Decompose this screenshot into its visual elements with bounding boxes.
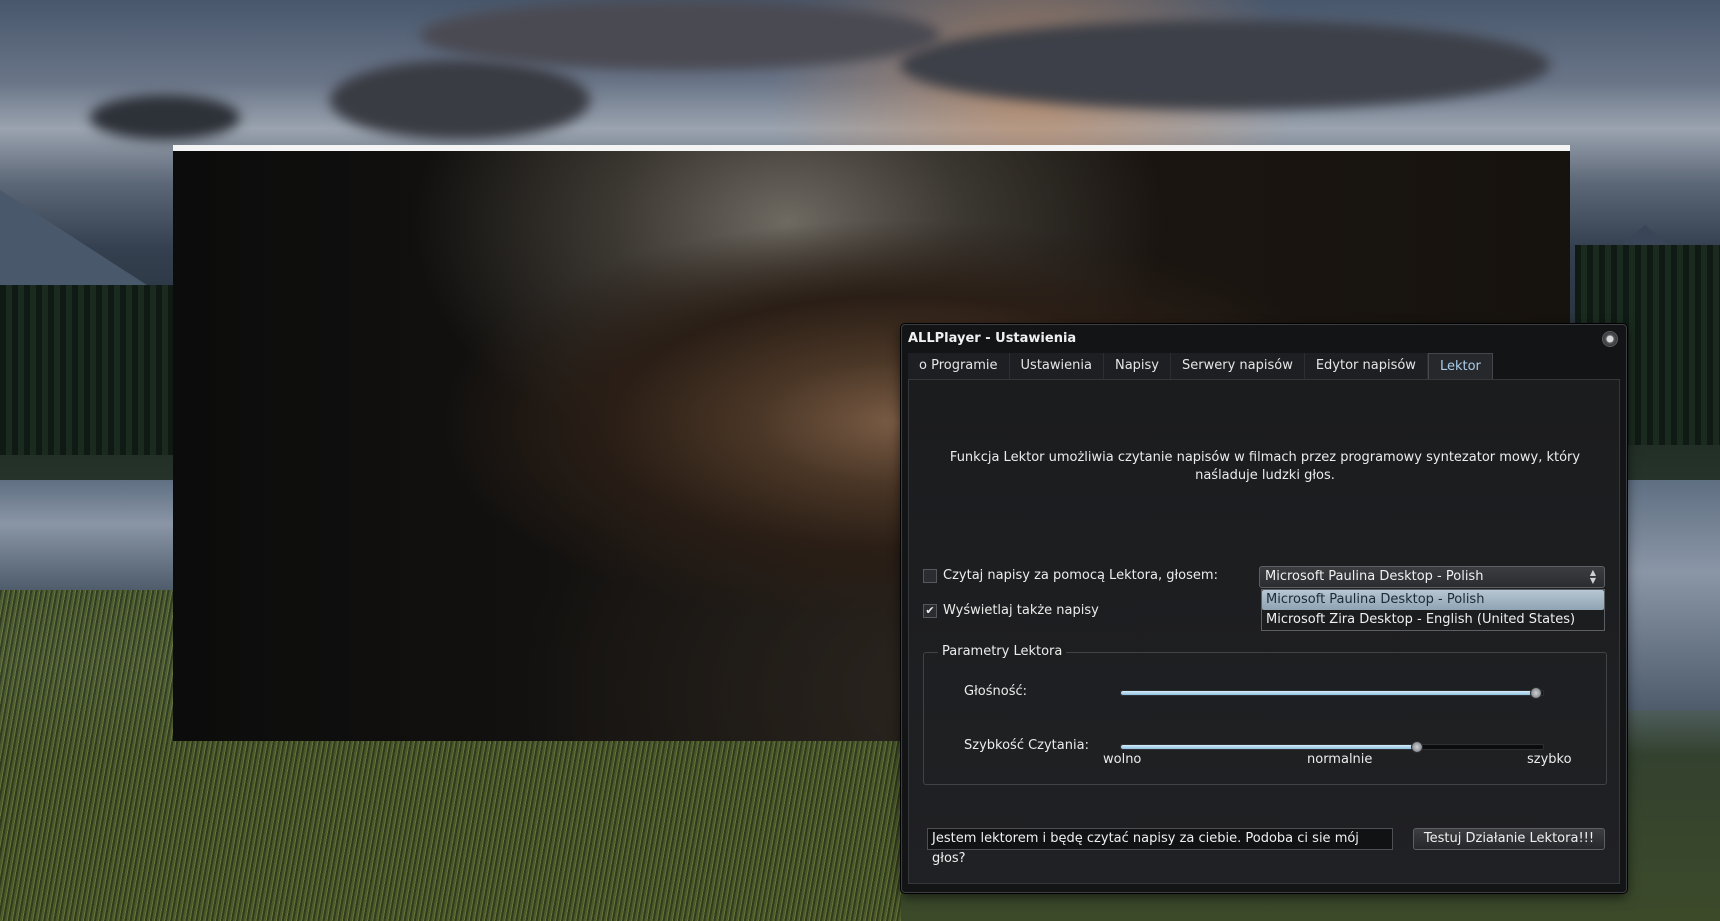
speed-slider[interactable] [1120, 741, 1544, 753]
settings-dialog: ALLPlayer - Ustawienia o Programie Ustaw… [901, 324, 1627, 893]
test-text-input[interactable]: Jestem lektorem i będę czytać napisy za … [927, 828, 1393, 866]
lektor-description: Funkcja Lektor umożliwia czytanie napisó… [949, 450, 1581, 483]
speed-slider-thumb[interactable] [1411, 741, 1424, 753]
speed-mid-label: normalnie [1307, 752, 1373, 767]
display-subtitles-checkbox[interactable]: ✔ [923, 603, 937, 618]
lektor-parameters-group: Parametry Lektora Głośność: Szybkość Czy… [923, 644, 1607, 785]
volume-slider-fill [1121, 691, 1535, 695]
dialog-titlebar[interactable]: ALLPlayer - Ustawienia [902, 325, 1626, 353]
read-subtitles-label: Czytaj napisy za pomocą Lektora, głosem: [943, 568, 1218, 583]
close-icon[interactable] [1602, 331, 1618, 347]
dialog-title: ALLPlayer - Ustawienia [908, 331, 1077, 346]
voice-select[interactable]: Microsoft Paulina Desktop - Polish ▲ ▼ [1259, 566, 1605, 588]
tab-bar: o Programie Ustawienia Napisy Serwery na… [908, 353, 1493, 379]
tab-serwery-napisow[interactable]: Serwery napisów [1171, 353, 1305, 379]
tab-ustawienia[interactable]: Ustawienia [1009, 353, 1104, 379]
updown-arrows-icon: ▲ ▼ [1589, 568, 1597, 585]
voice-dropdown-list: Microsoft Paulina Desktop - Polish Micro… [1261, 589, 1605, 631]
volume-slider[interactable] [1120, 687, 1544, 699]
speed-label: Szybkość Czytania: [964, 738, 1089, 753]
group-title: Parametry Lektora [938, 644, 1067, 659]
display-subtitles-row[interactable]: ✔ Wyświetlaj także napisy [923, 603, 1099, 618]
volume-slider-thumb[interactable] [1529, 687, 1542, 699]
display-subtitles-label: Wyświetlaj także napisy [943, 603, 1099, 618]
checkmark-icon: ✔ [925, 604, 935, 617]
lektor-panel: Funkcja Lektor umożliwia czytanie napisó… [908, 379, 1620, 884]
voice-select-value: Microsoft Paulina Desktop - Polish [1265, 569, 1484, 584]
volume-label: Głośność: [964, 684, 1027, 699]
speed-slider-fill [1121, 745, 1417, 749]
tab-o-programie[interactable]: o Programie [908, 353, 1010, 379]
read-subtitles-checkbox[interactable] [923, 568, 937, 583]
speed-min-label: wolno [1103, 752, 1142, 767]
speed-max-label: szybko [1527, 752, 1572, 767]
tab-edytor-napisow[interactable]: Edytor napisów [1304, 353, 1428, 379]
test-lektor-button[interactable]: Testuj Działanie Lektora!!! [1413, 828, 1605, 850]
tab-lektor[interactable]: Lektor [1427, 353, 1493, 379]
voice-option-paulina[interactable]: Microsoft Paulina Desktop - Polish [1262, 590, 1604, 610]
voice-option-zira[interactable]: Microsoft Zira Desktop - English (United… [1262, 610, 1604, 630]
read-subtitles-row[interactable]: Czytaj napisy za pomocą Lektora, głosem: [923, 568, 1218, 583]
tab-napisy[interactable]: Napisy [1103, 353, 1171, 379]
